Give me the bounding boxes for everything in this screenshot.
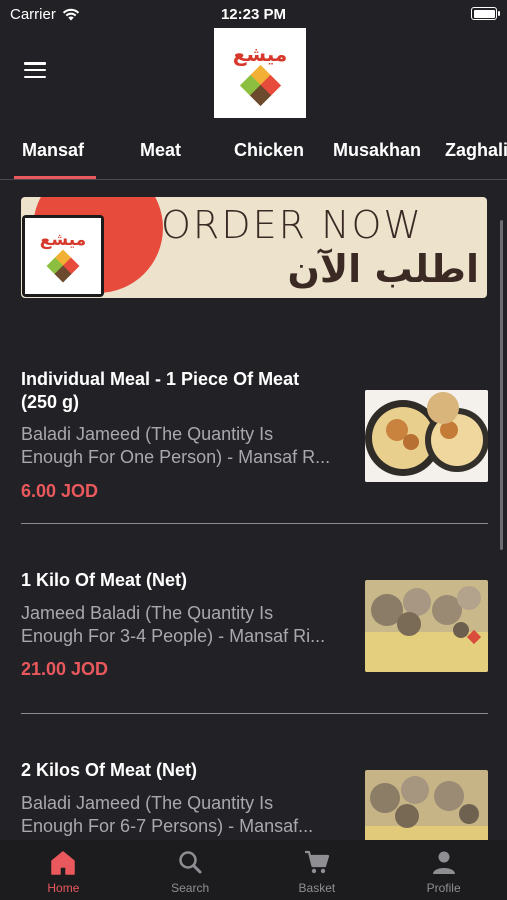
tab-chicken[interactable]: Chicken: [234, 140, 304, 161]
logo-text: ميشع: [232, 42, 288, 66]
item-divider: [21, 523, 488, 524]
nav-basket-label: Basket: [298, 881, 336, 895]
meal-name: Individual Meal - 1 Piece Of Meat (250 g…: [21, 369, 300, 412]
nav-search-label: Search: [171, 881, 210, 895]
home-icon: [51, 851, 76, 875]
nav-search[interactable]: Search: [127, 840, 254, 900]
meal-price: 6.00 JOD: [21, 481, 99, 501]
tab-meat[interactable]: Meat: [140, 140, 181, 161]
meal-name: 1 Kilo Of Meat (Net): [21, 570, 188, 590]
item-divider: [21, 713, 488, 714]
meal-description: Jameed Baladi (The Quantity Is Enough Fo…: [21, 603, 326, 646]
banner-logo-text: ميشع: [39, 230, 87, 250]
meal-image: [365, 390, 488, 482]
status-time: 12:23 PM: [220, 6, 287, 23]
meal-description: Baladi Jameed (The Quantity Is Enough Fo…: [21, 793, 314, 836]
order-now-banner[interactable]: ميشع ORDER NOW اطلب الآن: [21, 197, 487, 298]
bottom-navigation: Home Search Basket Profile: [0, 840, 507, 900]
hamburger-menu-icon[interactable]: [24, 62, 46, 78]
tab-mansaf[interactable]: Mansaf: [22, 140, 84, 161]
nav-basket[interactable]: Basket: [254, 840, 381, 900]
banner-phone-graphic: ميشع: [22, 215, 104, 297]
logo-tiles-icon: [239, 64, 282, 107]
meal-item[interactable]: Individual Meal - 1 Piece Of Meat (250 g…: [0, 366, 507, 526]
banner-title-english: ORDER NOW: [161, 203, 423, 247]
tab-zaghalil[interactable]: Zaghalil: [445, 140, 507, 161]
tab-musakhan[interactable]: Musakhan: [333, 140, 421, 161]
profile-icon: [432, 851, 455, 874]
cart-icon: [304, 850, 329, 874]
search-icon: [179, 851, 202, 874]
meal-image: [365, 770, 488, 840]
nav-profile-label: Profile: [426, 881, 461, 895]
scrollbar[interactable]: [500, 220, 503, 550]
meal-description: Baladi Jameed (The Quantity Is Enough Fo…: [21, 424, 331, 467]
battery-icon: [471, 7, 500, 20]
meal-image: [365, 580, 488, 672]
status-bar: Carrier 12:23 PM: [0, 0, 507, 28]
app-header: ميشع: [0, 28, 507, 120]
meal-name: 2 Kilos Of Meat (Net): [21, 760, 198, 780]
meal-price: 21.00 JOD: [21, 659, 109, 679]
banner-title-arabic: اطلب الآن: [287, 247, 479, 291]
nav-home[interactable]: Home: [0, 840, 127, 900]
nav-profile[interactable]: Profile: [380, 840, 507, 900]
menu-content[interactable]: ميشع ORDER NOW اطلب الآن Individual Meal…: [0, 180, 507, 840]
meal-item[interactable]: 1 Kilo Of Meat (Net) Jameed Baladi (The …: [0, 568, 507, 708]
banner-logo-tiles-icon: [46, 249, 80, 283]
meal-item[interactable]: 2 Kilos Of Meat (Net) Baladi Jameed (The…: [0, 758, 507, 840]
active-tab-indicator: [14, 176, 96, 179]
brand-logo: ميشع: [214, 28, 306, 118]
category-tabs: Mansaf Meat Chicken Musakhan Zaghalil: [0, 128, 507, 180]
nav-home-label: Home: [47, 881, 80, 895]
